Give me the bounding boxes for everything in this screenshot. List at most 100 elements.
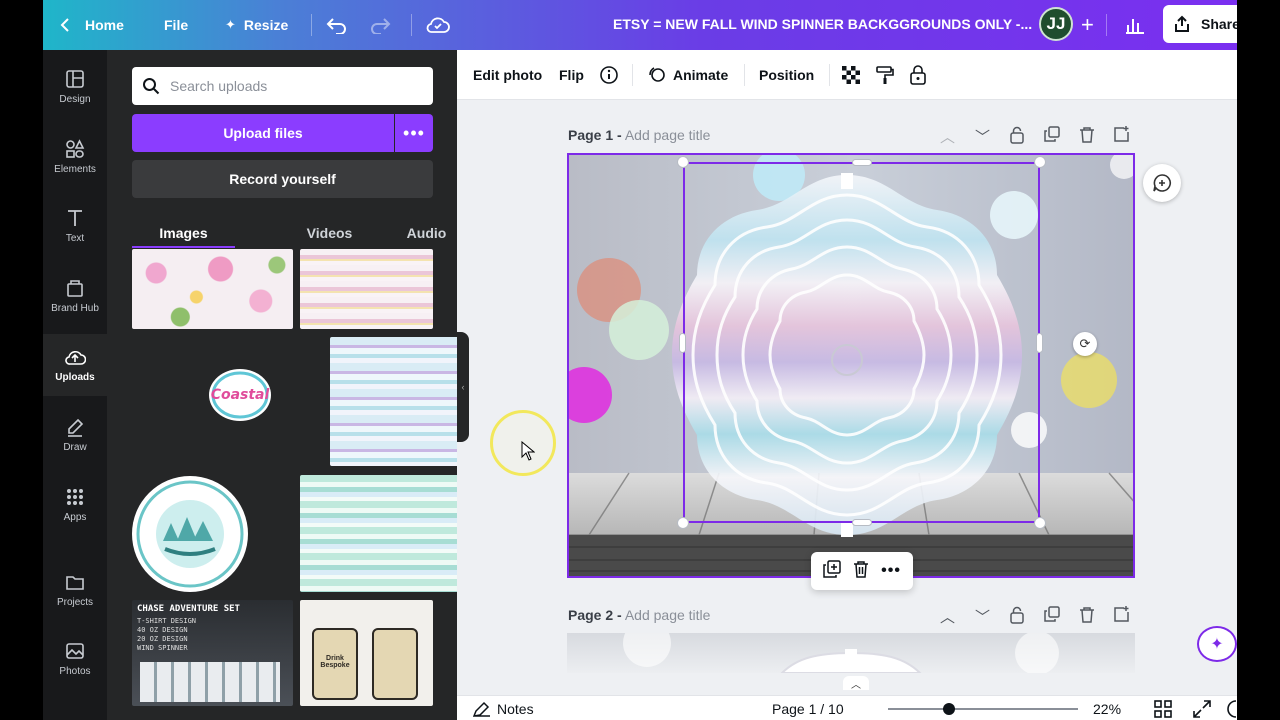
brand-hub-icon — [67, 280, 83, 297]
undo-icon[interactable] — [326, 0, 348, 50]
upload-more-options-button[interactable]: ••• — [395, 114, 433, 152]
flip-button[interactable]: Flip — [559, 50, 584, 100]
more-options-icon[interactable]: ••• — [881, 562, 901, 580]
rail-item-apps[interactable]: Apps — [43, 474, 107, 536]
help-icon[interactable] — [1227, 696, 1237, 720]
notes-button[interactable]: Notes — [473, 696, 534, 720]
comment-plus-icon — [1153, 174, 1171, 192]
rail-item-design[interactable]: Design — [43, 56, 107, 118]
duplicate-icon[interactable] — [823, 559, 841, 583]
avatar[interactable]: JJ — [1039, 7, 1073, 41]
resize-handle-bottom-left[interactable] — [677, 517, 689, 529]
upload-thumb-beach-badge[interactable]: Coastal — [205, 366, 275, 424]
drink-label-right — [372, 628, 418, 700]
record-yourself-button[interactable]: Record yourself — [132, 160, 433, 198]
page-2-label: Page 2 - — [568, 607, 622, 623]
selection-box[interactable] — [683, 162, 1040, 523]
page-lock-icon[interactable] — [1009, 606, 1025, 628]
resize-handle-top[interactable] — [852, 159, 872, 166]
page-up-icon[interactable]: ︿ — [940, 126, 955, 147]
file-menu-button[interactable]: File — [164, 0, 188, 50]
page-lock-icon[interactable] — [1009, 126, 1025, 148]
upload-files-button[interactable]: Upload files — [132, 114, 394, 152]
rail-item-label: Text — [65, 233, 85, 244]
resize-handle-bottom[interactable] — [852, 519, 872, 526]
page-delete-icon[interactable] — [1079, 126, 1095, 147]
add-comment-button[interactable] — [1143, 164, 1181, 202]
rail-item-photos[interactable]: Photos — [43, 628, 107, 690]
uploads-panel: Upload files ••• Record yourself Images … — [107, 50, 457, 720]
screen-border-right — [1237, 0, 1280, 720]
upload-thumb-chase-adventure[interactable]: CHASE ADVENTURE SET T-SHIRT DESIGN 40 OZ… — [132, 600, 293, 706]
redo-icon[interactable] — [369, 0, 391, 50]
upload-thumb-pink-stripes[interactable] — [300, 249, 433, 329]
upload-thumb-drink-labels[interactable]: Drink Bespoke — [300, 600, 433, 706]
delete-icon[interactable] — [853, 560, 869, 583]
lock-icon[interactable] — [909, 50, 927, 100]
rotate-icon[interactable]: ⟳ — [1073, 332, 1097, 356]
page-duplicate-icon[interactable] — [1044, 606, 1060, 626]
back-chevron-icon[interactable] — [59, 0, 71, 50]
rail-item-projects[interactable]: Projects — [43, 559, 107, 621]
document-title[interactable]: ETSY = NEW FALL WIND SPINNER BACKGGROUND… — [613, 0, 1032, 48]
tab-videos[interactable]: Videos — [287, 218, 372, 248]
upload-thumb-mint-stripes[interactable] — [300, 475, 457, 592]
upload-thumb-pastel-stripes[interactable] — [330, 337, 457, 466]
search-box[interactable] — [132, 67, 433, 105]
search-input[interactable] — [170, 78, 410, 94]
analytics-icon[interactable] — [1125, 0, 1145, 50]
rail-item-text[interactable]: Text — [43, 195, 107, 257]
resize-handle-top-left[interactable] — [677, 156, 689, 168]
page-2-title-input[interactable]: Add page title — [625, 607, 711, 623]
magic-assistant-sparkle-icon[interactable]: ✦ — [1197, 626, 1237, 662]
cloud-save-icon[interactable] — [426, 0, 450, 50]
style-paint-roller-icon[interactable] — [875, 50, 895, 100]
page-down-icon[interactable]: ﹀ — [975, 606, 990, 627]
transparency-icon[interactable] — [842, 50, 860, 100]
topbar-divider — [311, 14, 312, 36]
add-collaborator-icon[interactable]: + — [1081, 0, 1094, 50]
edit-photo-button[interactable]: Edit photo — [473, 50, 542, 100]
share-button[interactable]: Share — [1163, 5, 1237, 43]
home-button[interactable]: Home — [85, 0, 124, 50]
tab-audio[interactable]: Audio — [389, 218, 457, 248]
animate-button[interactable]: Animate — [647, 50, 728, 100]
page-delete-icon[interactable] — [1079, 606, 1095, 627]
upload-thumb-floral[interactable] — [132, 249, 293, 329]
add-page-icon[interactable] — [1113, 126, 1130, 147]
resize-handle-bottom-right[interactable] — [1034, 517, 1046, 529]
page-down-icon[interactable]: ﹀ — [975, 126, 990, 147]
tab-images[interactable]: Images — [132, 218, 235, 248]
page-1-label: Page 1 - — [568, 127, 622, 143]
grid-view-icon[interactable] — [1154, 696, 1172, 720]
resize-handle-top-right[interactable] — [1034, 156, 1046, 168]
photos-icon — [66, 643, 84, 659]
rail-item-draw[interactable]: Draw — [43, 404, 107, 466]
page-indicator[interactable]: Page 1 / 10 — [772, 696, 844, 720]
zoom-level[interactable]: 22% — [1093, 696, 1121, 720]
chevron-left-icon: ‹ — [461, 382, 465, 392]
zoom-slider-track[interactable] — [888, 708, 1078, 710]
design-page-2[interactable] — [567, 633, 1135, 673]
expand-bottom-panel-handle[interactable]: ︿ — [843, 676, 869, 691]
fullscreen-icon[interactable] — [1193, 696, 1211, 720]
resize-button[interactable]: ✦ Resize — [225, 0, 288, 50]
rail-item-elements[interactable]: Elements — [43, 126, 107, 188]
collapse-panel-handle[interactable]: ‹ — [457, 332, 469, 442]
upload-thumb-river-life[interactable] — [132, 476, 248, 592]
position-button[interactable]: Position — [759, 50, 814, 100]
resize-handle-right[interactable] — [1036, 333, 1043, 353]
info-icon[interactable] — [599, 50, 619, 100]
zoom-slider-knob[interactable] — [942, 703, 955, 715]
toolbar-divider — [632, 64, 633, 86]
page-1-title-input[interactable]: Add page title — [625, 127, 711, 143]
page-duplicate-icon[interactable] — [1044, 126, 1060, 146]
apps-icon — [67, 489, 83, 505]
rail-item-uploads[interactable]: Uploads — [43, 334, 107, 396]
add-page-icon[interactable] — [1113, 606, 1130, 627]
rail-item-brand-hub[interactable]: Brand Hub — [43, 265, 107, 327]
left-rail: Design Elements Text Brand Hub Uploads D… — [43, 50, 107, 720]
canva-editor: Home File ✦ Resize ETSY = NEW FALL WIND … — [43, 0, 1237, 720]
page-up-icon[interactable]: ︿ — [940, 606, 955, 627]
resize-handle-left[interactable] — [679, 333, 686, 353]
